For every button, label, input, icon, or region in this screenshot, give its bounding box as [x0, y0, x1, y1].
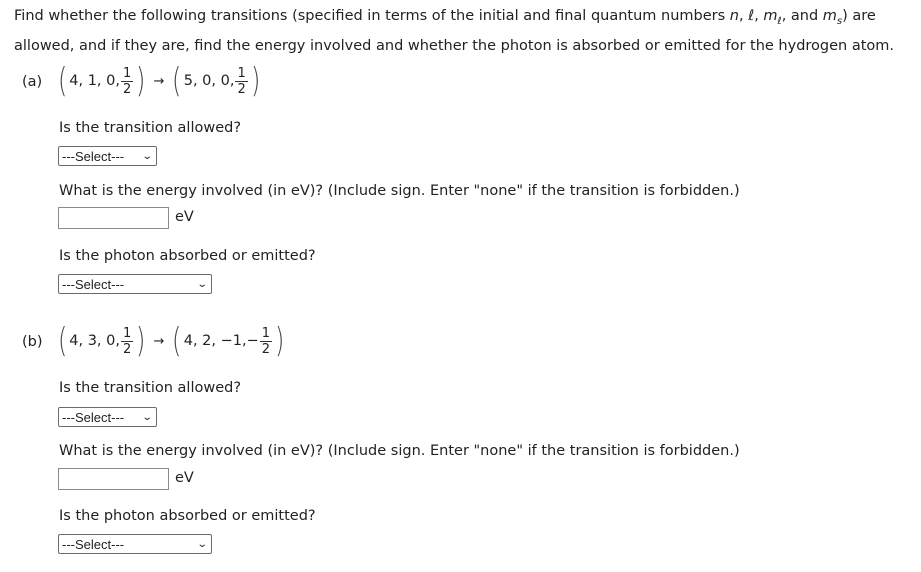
var-n: n: [729, 8, 739, 24]
part-a-photon-select[interactable]: ---Select--- ⌄: [58, 274, 212, 294]
transition-arrow: →: [153, 73, 165, 89]
paren: (: [172, 61, 182, 101]
initial-ms-fraction: 1 2: [121, 325, 134, 357]
paren: ): [136, 321, 146, 361]
sep: , and: [781, 8, 823, 24]
part-a-question-allowed: Is the transition allowed?: [59, 120, 242, 136]
var-ml: m: [763, 8, 778, 24]
frac-num: 1: [261, 325, 271, 341]
chevron-down-icon: ⌄: [141, 150, 153, 162]
intro-text: Find whether the following transitions (…: [14, 8, 730, 24]
select-value: ---Select---: [62, 536, 125, 552]
paren: (: [172, 321, 182, 361]
problem-statement: Find whether the following transitions (…: [14, 4, 914, 58]
paren: ): [250, 61, 261, 101]
part-b-question-allowed: Is the transition allowed?: [59, 380, 242, 396]
part-b-question-photon: Is the photon absorbed or emitted?: [59, 508, 316, 524]
paren: (: [57, 61, 68, 101]
initial-ms-fraction: 1 2: [121, 65, 134, 97]
part-a-label: (a): [22, 74, 43, 90]
part-a-question-photon: Is the photon absorbed or emitted?: [59, 248, 316, 264]
var-ms: m: [822, 8, 837, 24]
select-value: ---Select---: [62, 409, 125, 425]
final-ms-fraction: 1 2: [259, 325, 273, 357]
frac-num: 1: [123, 65, 132, 81]
frac-den: 2: [123, 341, 132, 357]
select-value: ---Select---: [62, 148, 125, 164]
frac-den: 2: [123, 81, 132, 97]
paren: (: [57, 321, 68, 361]
chevron-down-icon: ⌄: [196, 278, 208, 290]
paren: ): [136, 61, 146, 101]
part-b-photon-select[interactable]: ---Select--- ⌄: [58, 534, 212, 554]
intro-text-end: ) are: [842, 8, 876, 24]
frac-num: 1: [123, 325, 132, 341]
part-b-question-energy: What is the energy involved (in eV)? (In…: [59, 443, 740, 459]
final-state-values: 4, 2, −1,: [183, 333, 247, 349]
part-b-label: (b): [22, 334, 43, 350]
final-state-values: 5, 0, 0,: [183, 73, 235, 89]
transition-arrow: →: [153, 333, 165, 349]
part-a-question-energy: What is the energy involved (in eV)? (In…: [59, 183, 740, 199]
part-a-energy-unit: eV: [175, 209, 194, 225]
part-b-energy-unit: eV: [175, 470, 194, 486]
final-ms-sign: −: [246, 333, 259, 349]
part-a-transition: ( 4, 1, 0, 1 2 ) → ( 5, 0, 0, 1 2 ): [56, 64, 262, 98]
select-value: ---Select---: [62, 276, 125, 292]
chevron-down-icon: ⌄: [141, 411, 153, 423]
initial-state-values: 4, 1, 0,: [69, 73, 120, 89]
part-a-energy-input[interactable]: [58, 207, 169, 229]
frac-num: 1: [237, 65, 246, 81]
initial-state-values: 4, 3, 0,: [69, 333, 120, 349]
intro-text-line2: allowed, and if they are, find the energ…: [14, 38, 895, 54]
part-b-energy-input[interactable]: [58, 468, 169, 490]
chevron-down-icon: ⌄: [196, 538, 208, 550]
sep: ,: [738, 8, 749, 24]
part-b-allowed-select[interactable]: ---Select--- ⌄: [58, 407, 157, 427]
part-b-transition: ( 4, 3, 0, 1 2 ) → ( 4, 2, −1, − 1 2 ): [56, 324, 286, 358]
final-ms-fraction: 1 2: [235, 65, 248, 97]
part-a-allowed-select[interactable]: ---Select--- ⌄: [58, 146, 157, 166]
frac-den: 2: [261, 341, 271, 357]
paren: ): [275, 321, 285, 361]
frac-den: 2: [237, 81, 246, 97]
